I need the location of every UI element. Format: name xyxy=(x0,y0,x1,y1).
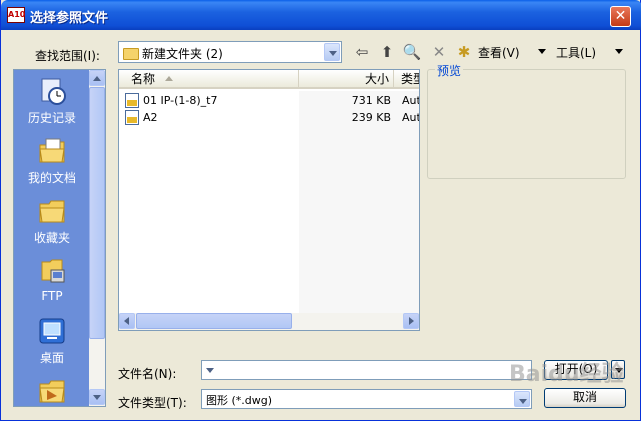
place-history[interactable]: 历史记录 xyxy=(14,76,90,126)
tools-menu[interactable]: 工具(L) xyxy=(556,44,596,61)
scroll-thumb[interactable] xyxy=(89,87,105,339)
file-list[interactable]: 名称 大小 类型 01 IP-(1-8)_t7 731 KB Aut A2 23… xyxy=(118,69,420,331)
filetype-dropdown[interactable]: 图形 (*.dwg) xyxy=(201,389,532,409)
new-folder-icon[interactable]: ✱ xyxy=(453,41,475,63)
up-folder-icon[interactable]: ⬆ xyxy=(376,41,398,63)
window-title: 选择参照文件 xyxy=(30,11,109,26)
back-icon[interactable]: ⇦ xyxy=(351,41,373,63)
preview-label: 预览 xyxy=(435,62,464,79)
scroll-right-button[interactable] xyxy=(403,313,419,329)
cancel-button[interactable]: 取消 xyxy=(544,388,626,408)
place-favorites[interactable]: 收藏夹 xyxy=(14,196,90,246)
file-row[interactable]: A2 239 KB Aut xyxy=(119,109,419,126)
file-row[interactable]: 01 IP-(1-8)_t7 731 KB Aut xyxy=(119,92,419,109)
watermark: Baidu经验 xyxy=(509,362,624,387)
column-header-size[interactable]: 大小 xyxy=(299,70,394,89)
close-button[interactable]: ✕ xyxy=(610,6,631,27)
scroll-down-button[interactable] xyxy=(89,389,105,405)
places-scrollbar[interactable] xyxy=(89,70,105,406)
column-header-name[interactable]: 名称 xyxy=(119,70,299,89)
place-my-documents[interactable]: 我的文档 xyxy=(14,136,90,186)
sort-ascending-icon xyxy=(165,76,173,81)
title-bar[interactable]: A10 选择参照文件 ✕ xyxy=(1,0,641,30)
horizontal-scrollbar[interactable] xyxy=(119,313,419,330)
lookin-dropdown[interactable]: 新建文件夹 (2) xyxy=(118,41,342,63)
my-documents-icon xyxy=(37,136,67,166)
view-arrow-icon[interactable] xyxy=(538,49,546,54)
lookin-value: 新建文件夹 (2) xyxy=(142,47,223,61)
view-menu[interactable]: 查看(V) xyxy=(478,44,520,61)
scroll-up-button[interactable] xyxy=(89,70,105,86)
places-bar: 历史记录 我的文档 收藏夹 FTP 桌面 xyxy=(13,69,106,407)
folder-icon xyxy=(123,48,139,60)
column-header-type[interactable]: 类型 xyxy=(394,70,419,89)
filename-label: 文件名(N): xyxy=(118,367,177,381)
dialog-window: A10 选择参照文件 ✕ 查找范围(I): 新建文件夹 (2) ⇦ ⬆ 🔍 ✕ … xyxy=(0,0,641,421)
filename-input[interactable] xyxy=(201,360,532,380)
dwg-file-icon xyxy=(125,110,139,125)
autocad-app-icon: A10 xyxy=(7,7,25,23)
dwg-file-icon xyxy=(125,93,139,108)
chevron-down-icon[interactable] xyxy=(514,391,530,407)
history-icon xyxy=(37,76,67,106)
scroll-left-button[interactable] xyxy=(119,313,135,329)
delete-icon[interactable]: ✕ xyxy=(428,41,450,63)
favorites-icon xyxy=(37,196,67,226)
lookin-label: 查找范围(I): xyxy=(35,49,100,63)
place-ftp[interactable]: FTP xyxy=(14,256,90,303)
ftp-icon xyxy=(37,256,67,286)
search-web-icon[interactable]: 🔍 xyxy=(401,41,423,63)
place-more[interactable] xyxy=(14,376,90,406)
folder-shortcut-icon xyxy=(37,376,67,406)
preview-box xyxy=(427,69,626,179)
filetype-label: 文件类型(T): xyxy=(118,396,187,410)
desktop-icon xyxy=(37,316,67,346)
tools-arrow-icon[interactable] xyxy=(615,49,623,54)
horizontal-scroll-thumb[interactable] xyxy=(136,313,292,329)
chevron-down-icon[interactable] xyxy=(324,43,340,61)
place-desktop[interactable]: 桌面 xyxy=(14,316,90,366)
